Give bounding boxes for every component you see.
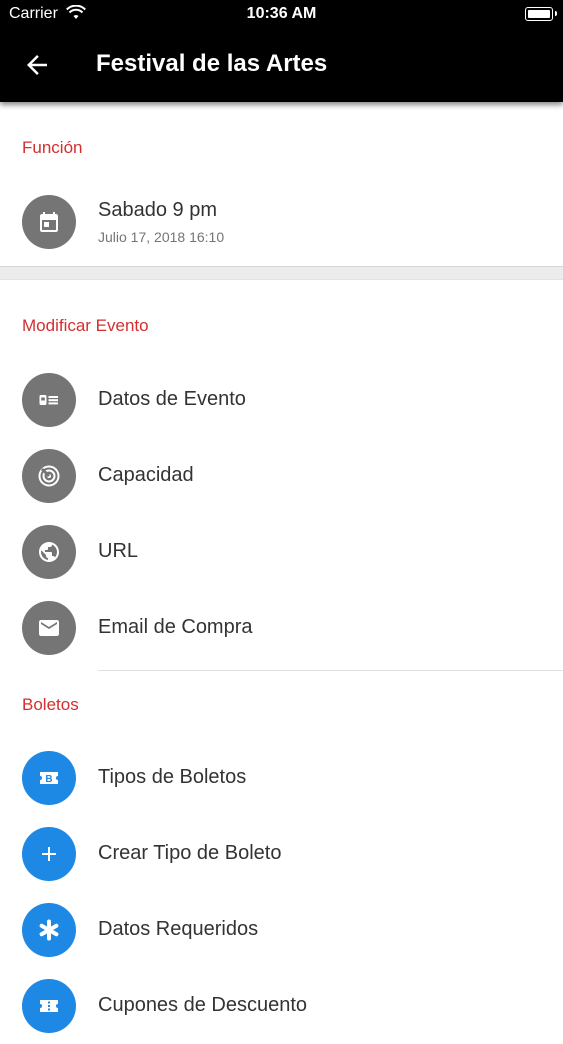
globe-icon	[22, 525, 76, 579]
capacity-icon	[22, 449, 76, 503]
capacidad-label: Capacidad	[98, 464, 194, 486]
datos-de-evento-label: Datos de Evento	[98, 388, 246, 410]
main-content: Función Sabado 9 pm Julio 17, 2018 16:10…	[0, 102, 563, 1044]
asterisk-icon	[22, 903, 76, 957]
status-bar: Carrier 10:36 AM	[0, 0, 563, 30]
funcion-name: Sabado 9 pm	[98, 199, 217, 221]
datos-requeridos-label: Datos Requeridos	[98, 918, 259, 940]
url-item[interactable]: URL	[0, 514, 563, 590]
battery-icon	[525, 7, 557, 21]
ticket-b-icon: B	[22, 751, 76, 805]
tipos-de-boletos-item[interactable]: B Tipos de Boletos	[0, 740, 563, 816]
tipos-de-boletos-label: Tipos de Boletos	[98, 766, 247, 788]
datos-de-evento-item[interactable]: Datos de Evento	[0, 362, 563, 438]
plus-icon	[22, 827, 76, 881]
crear-tipo-de-boleto-label: Crear Tipo de Boleto	[98, 842, 282, 864]
section-title-modificar-evento: Modificar Evento	[22, 316, 149, 335]
capacidad-item[interactable]: Capacidad	[0, 438, 563, 514]
status-time: 10:36 AM	[246, 5, 317, 22]
funcion-row[interactable]: Sabado 9 pm Julio 17, 2018 16:10	[0, 184, 563, 260]
crear-tipo-de-boleto-item[interactable]: Crear Tipo de Boleto	[0, 816, 563, 892]
page-title: Festival de las Artes	[96, 50, 328, 77]
coupon-icon	[22, 979, 76, 1033]
svg-text:B: B	[45, 774, 52, 785]
calendar-icon	[22, 195, 76, 249]
url-label: URL	[98, 540, 139, 562]
email-de-compra-item[interactable]: Email de Compra	[0, 590, 563, 666]
back-arrow-icon[interactable]	[22, 50, 52, 80]
event-card-icon	[22, 373, 76, 427]
email-de-compra-label: Email de Compra	[98, 616, 253, 638]
app-bar: Festival de las Artes	[0, 30, 563, 102]
datos-requeridos-item[interactable]: Datos Requeridos	[0, 892, 563, 968]
cupones-de-descuento-item[interactable]: Cupones de Descuento	[0, 968, 563, 1044]
cupones-de-descuento-label: Cupones de Descuento	[98, 994, 308, 1016]
funcion-datetime: Julio 17, 2018 16:10	[98, 229, 225, 245]
section-title-boletos: Boletos	[22, 695, 79, 714]
section-title-funcion: Función	[22, 138, 83, 157]
email-icon	[22, 601, 76, 655]
section-divider	[0, 266, 563, 280]
